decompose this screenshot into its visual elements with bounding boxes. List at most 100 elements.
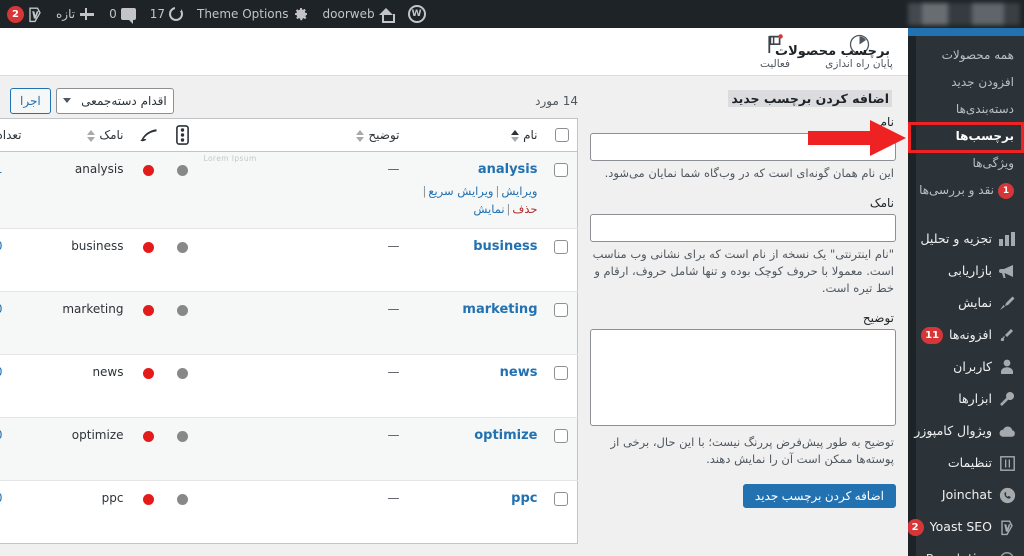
row-count-link[interactable]: 0 [0,302,3,316]
column-seo-score[interactable] [131,118,166,152]
bulk-action-select[interactable]: اقدام دسته‌جمعی [55,88,174,114]
adminbar-updates[interactable]: 17 [143,0,190,28]
menu-item-marketing[interactable]: بازاریابی [908,255,1024,287]
adminbar-theme-options[interactable]: Theme Options [190,0,316,28]
adminbar-yoast[interactable]: 2 [0,0,49,28]
seo-score-icon [139,128,158,142]
row-count-link[interactable]: 0 [0,428,3,442]
row-title-link[interactable]: business [416,239,537,254]
sort-arrows-slug[interactable] [87,129,96,142]
table-row[interactable]: ppc — ppc 0 [0,480,578,544]
row-select-cell[interactable] [545,417,578,481]
apply-button[interactable]: اجرا [10,88,51,114]
menu-item-users-label: کاربران [953,359,992,374]
row-checkbox[interactable] [554,162,569,177]
row-title-link[interactable]: ppc [416,491,537,506]
table-row[interactable]: marketing — marketing 0 [0,291,578,355]
redacted-site-label [908,3,1020,25]
row-name-cell: news [407,354,546,418]
adminbar-wp-logo[interactable] [401,0,433,28]
row-readability-cell [165,291,200,355]
column-slug[interactable]: نامک [29,118,132,152]
seo-dot [143,368,154,379]
table-row[interactable]: analysis ویرایش|ویرایش سریع| حذف|نمایش —… [0,151,578,229]
main-menu: تجزیه و تحلیل بازاریابی نمایش [908,223,1024,556]
column-name[interactable]: نام [407,118,546,152]
adminbar-site-name[interactable]: doorweb [316,0,401,28]
column-readability-score[interactable] [165,118,200,152]
yoast-icon [998,518,1016,536]
row-checkbox[interactable] [554,491,569,506]
row-description-cell: — [199,417,408,481]
row-count-cell: 1 [0,152,30,229]
row-action-quick-edit[interactable]: ویرایش سریع [428,184,493,198]
row-count-link[interactable]: 0 [0,491,3,505]
row-select-cell[interactable] [546,152,578,229]
theme-options-label: Theme Options [197,7,289,21]
menu-item-plugins[interactable]: افزونه‌ها 11 [908,319,1024,351]
row-seo-cell [131,417,166,481]
row-title-link[interactable]: optimize [416,428,537,443]
submenu-item-attributes[interactable]: ویژگی‌ها [908,150,1024,177]
row-select-cell[interactable] [545,480,578,544]
menu-separator [908,214,1024,223]
table-row[interactable]: news — news 0 [0,354,578,418]
column-select-all[interactable] [545,118,578,152]
column-description[interactable]: توضیح [199,118,408,152]
column-count[interactable]: تعداد [0,118,30,152]
row-checkbox[interactable] [554,239,569,254]
row-count-link[interactable]: 0 [0,239,3,253]
menu-item-appearance[interactable]: نمایش [908,287,1024,319]
row-select-cell[interactable] [545,354,578,418]
row-title-link[interactable]: analysis [416,162,538,177]
row-readability-cell [165,354,200,418]
page-toolbar: برچسب محصولات پایان راه اندازی فعالیت [0,28,908,76]
submenu-item-categories[interactable]: دسته‌بندی‌ها [908,96,1024,123]
table-row[interactable]: optimize — optimize 0 [0,417,578,481]
sort-arrows-description[interactable] [356,129,365,142]
menu-item-settings[interactable]: تنظیمات [908,447,1024,479]
menu-item-joinchat-label: Joinchat [941,487,992,502]
reviews-badge: 1 [998,182,1014,199]
sort-arrows-name[interactable] [511,129,520,142]
row-title-link[interactable]: marketing [416,302,537,317]
submenu-item-tags[interactable]: برچسب‌ها [908,123,1024,150]
submenu-item-reviews[interactable]: 1 نقد و بررسی‌ها [908,177,1024,204]
tag-description-textarea[interactable] [590,329,896,426]
row-count-link[interactable]: 0 [0,365,3,379]
readability-dot [177,305,188,316]
menu-item-visual-composer[interactable]: ویژوال کامپوزر [908,415,1024,447]
table-row[interactable]: business — business 0 [0,228,578,292]
menu-item-analytics[interactable]: تجزیه و تحلیل [908,223,1024,255]
row-action-edit[interactable]: ویرایش [501,184,537,198]
row-description: — [387,239,400,253]
row-seo-cell [131,228,166,292]
row-checkbox[interactable] [554,365,569,380]
adminbar-new-content[interactable]: تازه [49,0,102,28]
menu-item-joinchat[interactable]: Joinchat [908,479,1024,511]
row-checkbox[interactable] [554,428,569,443]
menu-item-slider-revolution[interactable]: Slider Revolution [908,543,1024,556]
add-new-tag-button[interactable]: اضافه کردن برچسب جدید [742,484,896,508]
row-checkbox[interactable] [554,302,569,317]
adminbar-comments[interactable]: 0 [102,0,143,28]
submenu-item-add-new[interactable]: افزودن جدید [908,69,1024,96]
row-action-view[interactable]: نمایش [473,202,504,216]
row-select-cell[interactable] [545,291,578,355]
tag-slug-input[interactable] [590,214,896,242]
table-header-row: نام توضیح نامک تعداد [0,118,578,152]
row-select-cell[interactable] [545,228,578,292]
row-readability-cell [165,228,200,292]
row-name-cell: ppc [407,480,546,544]
row-count-link[interactable]: 1 [0,162,3,176]
menu-item-tools[interactable]: ابزارها [908,383,1024,415]
row-action-delete[interactable]: حذف [512,202,537,216]
submenu-item-all-products[interactable]: همه محصولات [908,42,1024,69]
menu-item-yoast-seo[interactable]: Yoast SEO 2 [908,511,1024,543]
menu-item-users[interactable]: کاربران [908,351,1024,383]
row-title-link[interactable]: news [416,365,538,380]
tags-list-panel: 14 مورد اقدام دسته‌جمعی اجرا [0,84,578,544]
select-all-checkbox[interactable] [555,128,569,143]
plus-icon [79,6,95,22]
row-seo-cell [132,152,166,229]
